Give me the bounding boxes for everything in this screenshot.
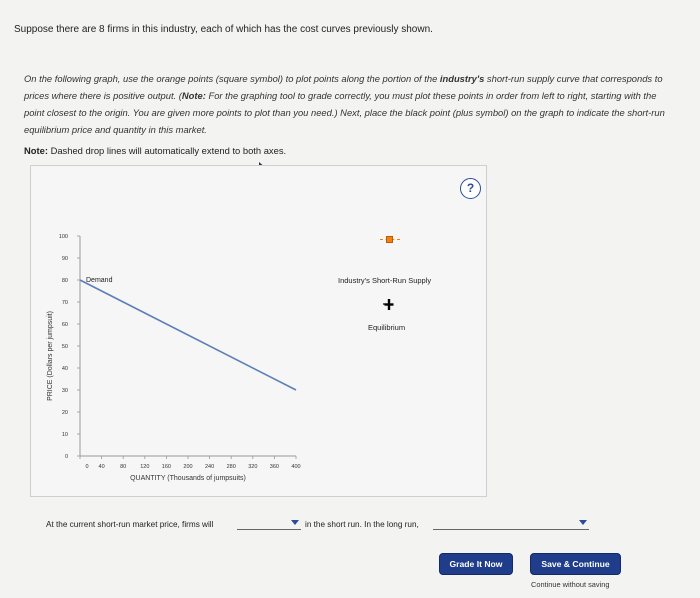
long-run-dropdown[interactable] [433, 518, 589, 530]
save-continue-button[interactable]: Save & Continue [530, 553, 621, 575]
note-body: Dashed drop lines will automatically ext… [47, 145, 287, 156]
question-text-2: in the short run. In the long run, [305, 520, 419, 529]
orange-square-icon [386, 236, 393, 243]
note-text: Note: Dashed drop lines will automatical… [24, 145, 286, 156]
note-label: Note: [24, 145, 48, 156]
supply-tool-label: Industry's Short-Run Supply [338, 276, 432, 285]
instructions: On the following graph, use the orange p… [24, 70, 674, 138]
grade-it-now-button[interactable]: Grade It Now [439, 553, 513, 575]
instructions-bold-industry: industry's [439, 73, 485, 84]
chevron-down-icon [579, 520, 587, 525]
graph-panel[interactable] [30, 165, 487, 497]
equilibrium-point-tool[interactable] [381, 296, 397, 312]
instructions-part1: On the following graph, use the orange p… [24, 73, 440, 84]
supply-point-tool[interactable] [380, 233, 400, 247]
instructions-bold-note: Note: [181, 90, 206, 101]
help-button[interactable]: ? [460, 178, 481, 199]
question-text-1: At the current short-run market price, f… [46, 520, 214, 529]
short-run-dropdown[interactable] [237, 518, 301, 530]
continue-without-saving-link[interactable]: Continue without saving [531, 580, 609, 589]
intro-text: Suppose there are 8 firms in this indust… [14, 24, 433, 35]
equilibrium-tool-label: Equilibrium [368, 323, 406, 332]
chevron-down-icon [291, 520, 299, 525]
